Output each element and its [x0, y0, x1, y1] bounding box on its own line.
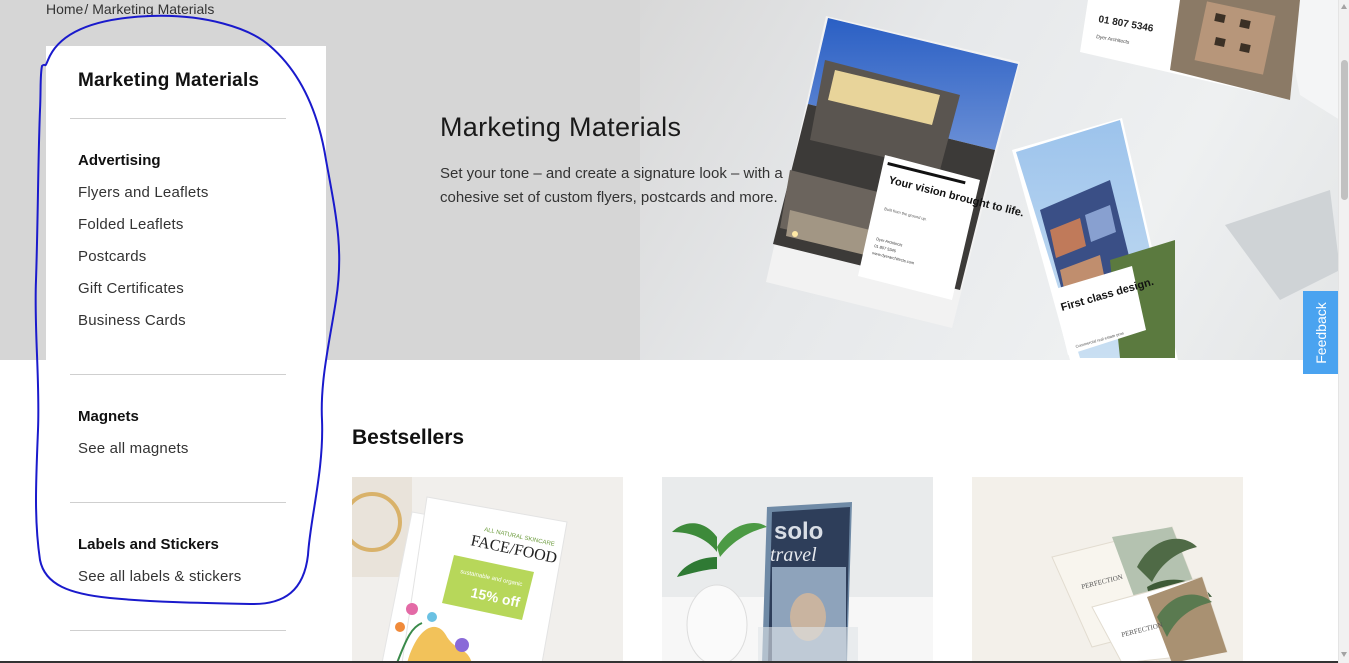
sidebar-title: Marketing Materials — [78, 70, 260, 91]
sidebar-heading-magnets: Magnets — [78, 408, 139, 425]
page: 01 807 5346 Dyer Architects Your vision … — [0, 0, 1338, 663]
scrollbar-thumb[interactable] — [1341, 60, 1348, 200]
top-card-graphic: 01 807 5346 Dyer Architects — [1080, 0, 1300, 100]
sidebar-link-see-all-magnets[interactable]: See all magnets — [78, 440, 189, 457]
breadcrumb-separator: / — [84, 1, 89, 17]
scroll-up-arrow-icon[interactable] — [1341, 4, 1347, 9]
brochure-1-graphic: Your vision brought to life. Built from … — [766, 16, 1025, 328]
scrollbar[interactable] — [1338, 0, 1349, 663]
sidebar-divider — [70, 502, 286, 503]
sidebar-divider — [70, 374, 286, 375]
sidebar-link-folded-leaflets[interactable]: Folded Leaflets — [78, 216, 184, 233]
feedback-label: Feedback — [1312, 301, 1329, 364]
business-cards-product-image: PERFECTION PERFECTION — [972, 477, 1243, 663]
bestseller-card-solo-travel[interactable]: solo travel — [662, 477, 933, 663]
breadcrumb: Home/Marketing Materials — [46, 1, 214, 17]
breadcrumb-current: Marketing Materials — [92, 1, 215, 17]
sidebar-divider — [70, 630, 286, 631]
sidebar-heading-advertising: Advertising — [78, 152, 161, 169]
sidebar-link-flyers-and-leaflets[interactable]: Flyers and Leaflets — [78, 184, 209, 201]
bestsellers-title: Bestsellers — [352, 426, 465, 449]
bestseller-card-business-cards[interactable]: PERFECTION PERFECTION — [972, 477, 1243, 663]
brochure-2-graphic: First class design. Commercial real esta… — [1012, 118, 1178, 360]
bestseller-card-flyers[interactable]: ALL NATURAL SKINCARE FACE/FOOD sustainab… — [352, 477, 623, 663]
hero-title: Marketing Materials — [440, 112, 682, 142]
flyer-product-image: ALL NATURAL SKINCARE FACE/FOOD sustainab… — [352, 477, 623, 663]
sidebar-heading-labels-and-stickers: Labels and Stickers — [78, 536, 219, 553]
sidebar-divider — [70, 118, 286, 119]
sidebar: Marketing Materials Advertising Flyers a… — [46, 46, 326, 663]
travel-product-image: solo travel — [662, 477, 933, 663]
sidebar-link-postcards[interactable]: Postcards — [78, 248, 147, 265]
scroll-down-arrow-icon[interactable] — [1341, 652, 1347, 657]
sidebar-link-business-cards[interactable]: Business Cards — [78, 312, 186, 329]
sidebar-link-see-all-labels-stickers[interactable]: See all labels & stickers — [78, 568, 241, 585]
travel-label-1: solo — [774, 518, 823, 545]
breadcrumb-home-link[interactable]: Home — [46, 1, 83, 17]
sidebar-link-gift-certificates[interactable]: Gift Certificates — [78, 280, 184, 297]
travel-label-2: travel — [770, 544, 817, 566]
hero-description: Set your tone – and create a signature l… — [440, 165, 783, 206]
feedback-tab[interactable]: Feedback — [1303, 291, 1338, 374]
